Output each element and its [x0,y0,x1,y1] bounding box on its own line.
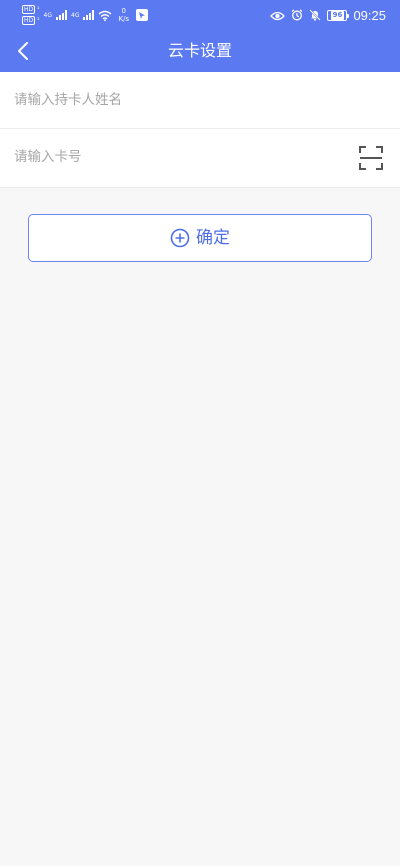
wifi-icon [98,6,112,25]
cardholder-name-row [0,72,400,129]
plus-circle-icon [170,228,190,248]
confirm-button-label: 确定 [196,228,230,248]
status-time: 09:25 [353,7,386,23]
app-header: HD ¹ HD ² 4G 4G 0 K/s 96 09:25 云卡设置 [0,0,400,72]
signal2-icon [83,10,95,20]
status-bar-right: 96 09:25 [270,6,386,24]
sim2-hd-badge: HD [22,16,36,25]
mute-icon [309,6,322,25]
eye-icon [270,6,286,25]
status-bar: HD ¹ HD ² 4G 4G 0 K/s 96 09:25 [0,0,400,30]
card-form [0,72,400,188]
battery-level: 96 [330,10,345,20]
card-number-row [0,129,400,188]
alarm-icon [291,6,303,25]
network1-type: 4G [43,11,53,19]
signal1-icon [56,10,68,20]
battery-icon: 96 [327,9,350,21]
sim1-hd-badge: HD [22,5,36,14]
net-speed-unit: K/s [118,15,130,23]
page-title: 云卡设置 [167,41,232,60]
confirm-button[interactable]: 确定 [28,214,372,262]
status-bar-left: HD ¹ HD ² 4G 4G 0 K/s [22,4,149,26]
network2-type: 4G [71,11,80,19]
scan-card-button[interactable] [356,143,386,173]
card-number-input[interactable] [14,129,334,185]
sim1-slot-indicator: ¹ [37,6,40,13]
navigation-app-icon [136,9,149,21]
net-speed-value: 0 [121,7,127,15]
title-bar: 云卡设置 [0,30,400,72]
scan-icon [359,146,383,170]
sim-badges: HD ¹ HD ² [22,5,40,25]
sim2-slot-indicator: ² [37,17,40,24]
cloud-card-settings-screen: HD ¹ HD ² 4G 4G 0 K/s 96 09:25 云卡设置 请输入持… [0,0,400,866]
cardholder-name-input[interactable] [14,72,334,128]
net-speed-indicator: 0 K/s [118,7,129,23]
